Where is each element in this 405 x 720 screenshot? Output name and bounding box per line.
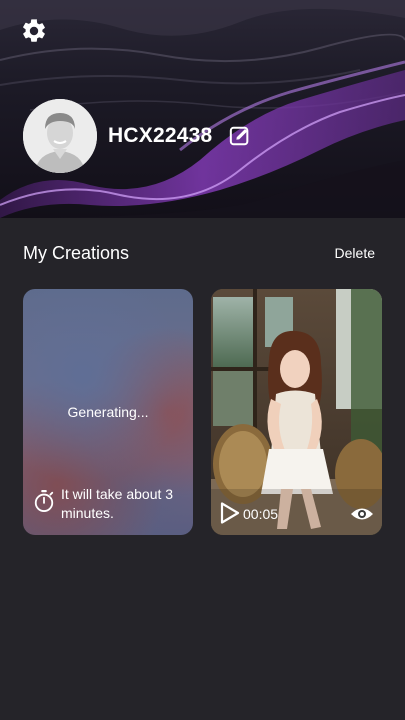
avatar[interactable] bbox=[23, 99, 97, 173]
delete-button[interactable]: Delete bbox=[335, 245, 375, 261]
eye-icon[interactable] bbox=[350, 505, 374, 523]
pencil-edit-icon[interactable] bbox=[229, 125, 251, 147]
eta-text: It will take about 3 minutes. bbox=[61, 486, 174, 521]
video-thumbnail bbox=[211, 289, 382, 535]
avatar-placeholder-icon bbox=[23, 99, 97, 173]
username: HCX22438 bbox=[108, 124, 213, 147]
stopwatch-icon bbox=[34, 490, 54, 512]
profile-header: HCX22438 bbox=[0, 0, 405, 218]
creation-card-generating[interactable]: Generating... It will take about 3 minut… bbox=[23, 289, 193, 535]
creation-card-video[interactable]: 00:05 bbox=[211, 289, 382, 535]
play-icon[interactable] bbox=[219, 501, 241, 525]
generating-status: Generating... bbox=[67, 404, 149, 420]
gear-icon[interactable] bbox=[20, 17, 48, 45]
section-title: My Creations bbox=[23, 243, 130, 263]
profile-screen: HCX22438 My Creations Delete Generating.… bbox=[0, 0, 405, 720]
video-duration: 00:05 bbox=[243, 506, 279, 522]
